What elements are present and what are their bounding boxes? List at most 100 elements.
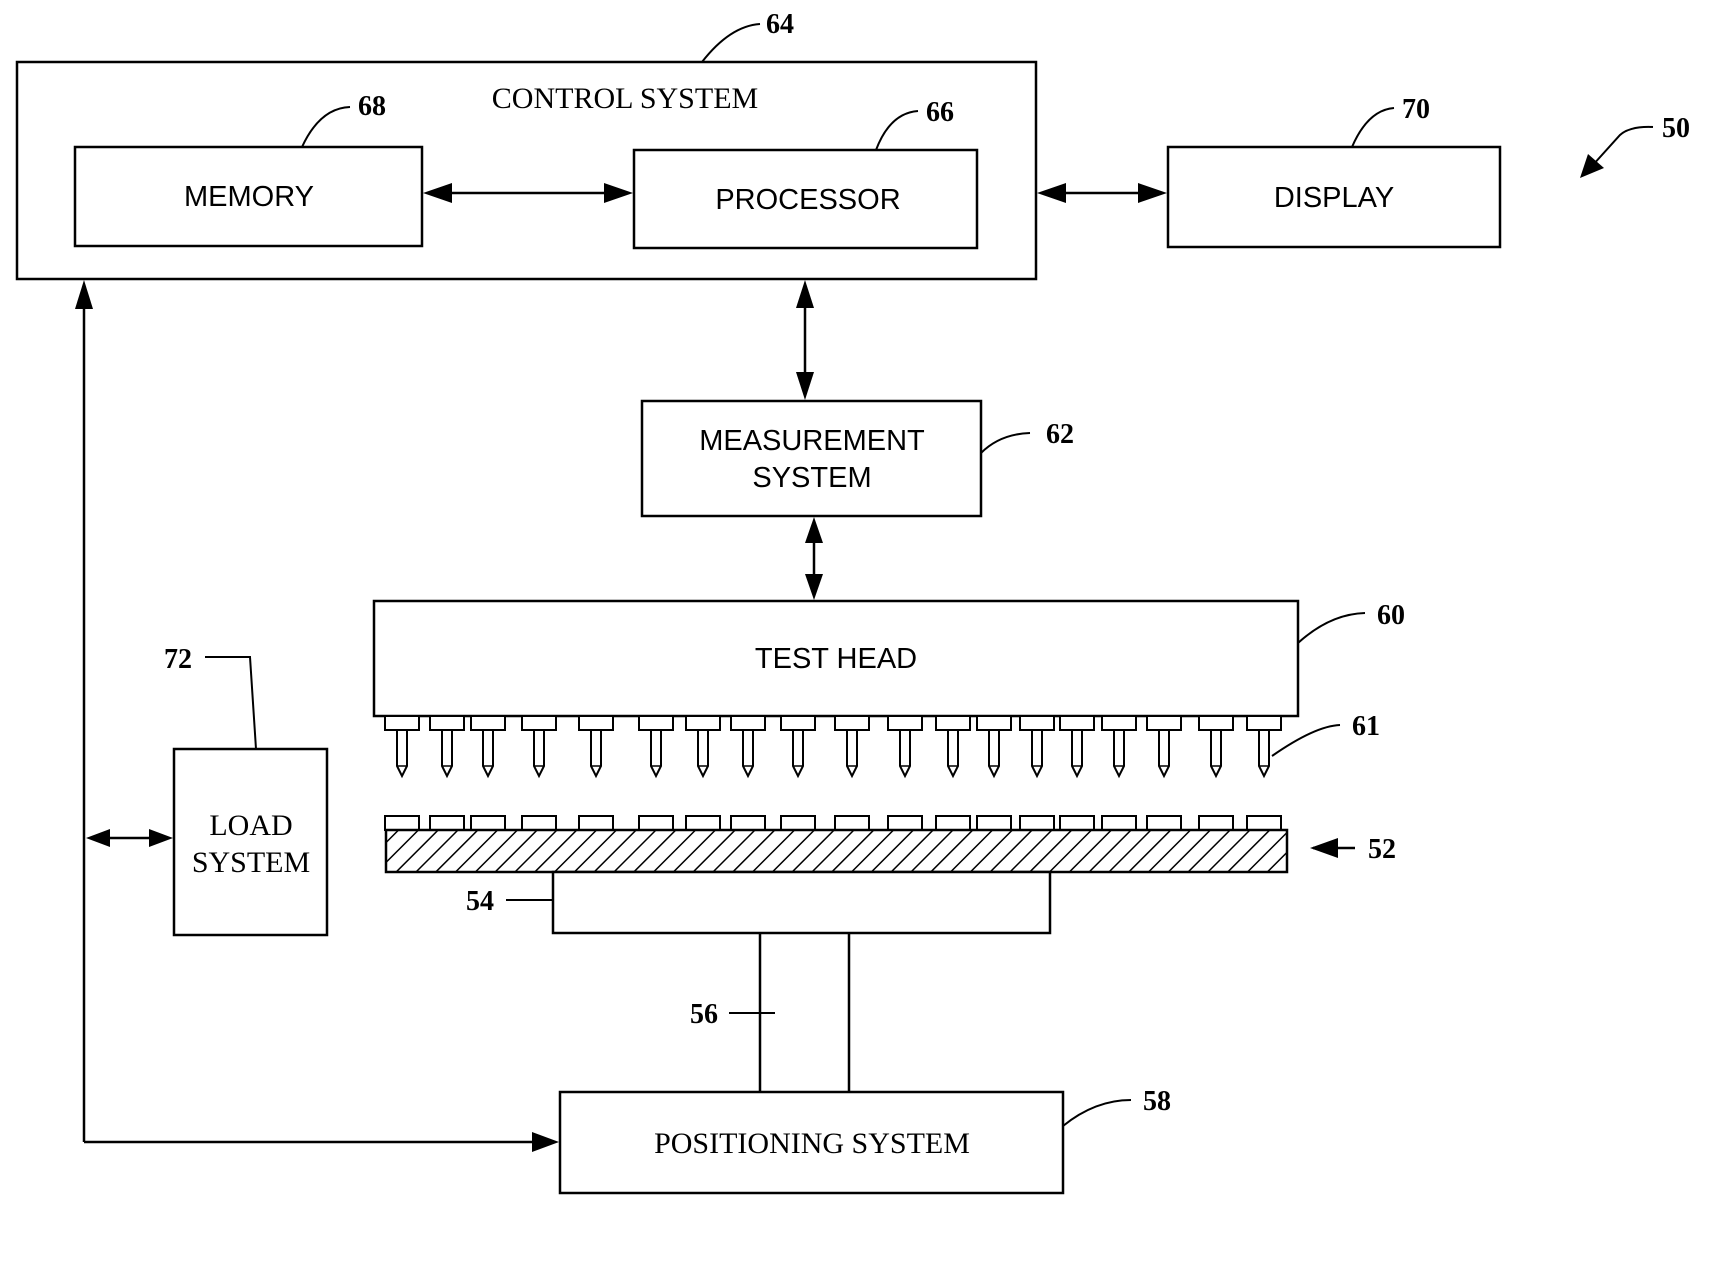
- wafer-pads: [384, 815, 1282, 831]
- control-system-leader: [701, 23, 761, 63]
- probe-cap: [935, 715, 971, 731]
- probe-cap: [887, 715, 923, 731]
- wafer-pad: [730, 815, 766, 831]
- probe-pin: [482, 729, 494, 779]
- chuck-box: [551, 870, 1052, 935]
- probe: [1246, 715, 1282, 779]
- test-system-diagram: CONTROL SYSTEM 64 MEMORY 68 PROCESSOR 66…: [15, 9, 1690, 1195]
- probe: [638, 715, 674, 779]
- probe-leader: [1271, 724, 1341, 757]
- wafer-pad: [521, 815, 557, 831]
- wafer-pad: [834, 815, 870, 831]
- test-head-leader: [1297, 612, 1366, 644]
- positioning-system-label: POSITIONING SYSTEM: [654, 1127, 970, 1160]
- probe-pin: [947, 729, 959, 779]
- probe-pin: [1071, 729, 1083, 779]
- probe-cap: [685, 715, 721, 731]
- arrowhead-right: [1138, 183, 1167, 203]
- probe-cap: [1059, 715, 1095, 731]
- arrowhead-down: [805, 574, 823, 600]
- probe-cap: [976, 715, 1012, 731]
- wafer-pad: [1101, 815, 1137, 831]
- processor-label: PROCESSOR: [715, 184, 900, 216]
- display-ref: 70: [1402, 94, 1430, 125]
- wafer-pad: [638, 815, 674, 831]
- arrowhead-left: [86, 829, 110, 847]
- probe: [834, 715, 870, 779]
- wafer-pad: [1019, 815, 1055, 831]
- wafer-pad: [578, 815, 614, 831]
- wafer-pad: [976, 815, 1012, 831]
- probe-pin: [742, 729, 754, 779]
- probe-cap: [730, 715, 766, 731]
- probe-cap: [1246, 715, 1282, 731]
- probe-pin: [846, 729, 858, 779]
- probe-pin: [1113, 729, 1125, 779]
- probe-pin: [533, 729, 545, 779]
- shaft-block: 56: [690, 933, 851, 1092]
- arrowhead-up: [75, 280, 93, 309]
- probe-cap: [470, 715, 506, 731]
- test-head-block: TEST HEAD 60: [372, 599, 1405, 718]
- probe: [730, 715, 766, 779]
- probe-pin: [1158, 729, 1170, 779]
- probe-pin: [697, 729, 709, 779]
- probe: [1146, 715, 1182, 779]
- probe-pin: [1210, 729, 1222, 779]
- memory-ref: 68: [358, 91, 386, 122]
- display-leader: [1351, 107, 1395, 148]
- probe: [1101, 715, 1137, 779]
- memory-label: MEMORY: [184, 181, 314, 213]
- probe: [887, 715, 923, 779]
- probe: [1059, 715, 1095, 779]
- measurement-system-block: MEASUREMENT SYSTEM 62: [640, 399, 1074, 518]
- load-system-label-line2: SYSTEM: [192, 846, 310, 879]
- probe: [780, 715, 816, 779]
- probe-cap: [429, 715, 465, 731]
- wafer-pad: [470, 815, 506, 831]
- probe-ref: 61: [1352, 711, 1380, 742]
- display-block: DISPLAY 70: [1166, 94, 1502, 249]
- positioning-system-ref: 58: [1143, 1086, 1171, 1117]
- wafer-pad: [1059, 815, 1095, 831]
- probe-cap: [1101, 715, 1137, 731]
- measurement-system-box: [640, 399, 983, 518]
- wafer-pad: [1246, 815, 1282, 831]
- probe-cap: [384, 715, 420, 731]
- arrowhead-up: [796, 280, 814, 308]
- system-ref-50: 50: [1580, 113, 1690, 178]
- probe-cap: [1019, 715, 1055, 731]
- load-system-ref: 72: [164, 644, 192, 675]
- probe-cap: [780, 715, 816, 731]
- wafer-pad: [887, 815, 923, 831]
- probe: [578, 715, 614, 779]
- wafer-pad: [1198, 815, 1234, 831]
- arrowhead-left: [1037, 183, 1066, 203]
- probe-pin: [988, 729, 1000, 779]
- wafer-pad: [429, 815, 465, 831]
- wafer-pad: [1146, 815, 1182, 831]
- arrowhead-right: [149, 829, 173, 847]
- probe-cap: [638, 715, 674, 731]
- measurement-system-leader: [980, 432, 1031, 454]
- load-system-leader: [205, 656, 257, 750]
- chuck-ref: 54: [466, 886, 494, 917]
- probe-cap: [521, 715, 557, 731]
- test-head-label: TEST HEAD: [755, 643, 917, 675]
- load-system-label-line1: LOAD: [209, 809, 292, 842]
- control-display-arrow: [1037, 183, 1167, 203]
- probe-pin: [899, 729, 911, 779]
- probe-pin: [650, 729, 662, 779]
- test-head-ref: 60: [1377, 600, 1405, 631]
- probe: [935, 715, 971, 779]
- wafer-ref: 52: [1368, 834, 1396, 865]
- arrowhead-down: [796, 372, 814, 400]
- probe: [1198, 715, 1234, 779]
- chuck-block: 54: [466, 870, 1052, 935]
- arrowhead-up: [805, 517, 823, 543]
- system-ref: 50: [1662, 113, 1690, 144]
- wafer-pad: [780, 815, 816, 831]
- measurement-system-ref: 62: [1046, 419, 1074, 450]
- measurement-system-label-line2: SYSTEM: [752, 462, 871, 494]
- probe: [1019, 715, 1055, 779]
